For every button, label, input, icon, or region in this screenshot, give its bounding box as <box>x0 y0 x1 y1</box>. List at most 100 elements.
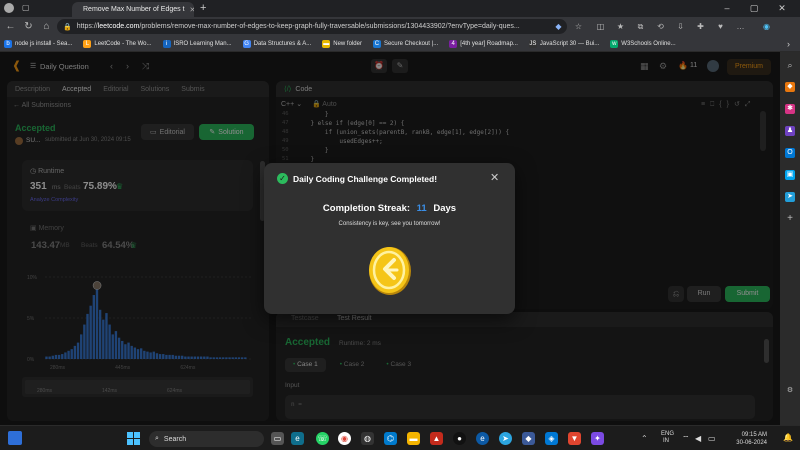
menu-dots-icon[interactable]: … <box>734 20 747 33</box>
shopping-icon[interactable]: ◆ <box>785 82 795 92</box>
add-sidebar-icon[interactable]: + <box>785 214 795 224</box>
bookmark-label: node js install - Sea... <box>15 40 73 47</box>
browser-essentials-icon[interactable]: ♥ <box>714 20 727 33</box>
new-tab-button[interactable]: + <box>200 2 206 14</box>
refresh-icon[interactable]: ↻ <box>22 20 35 33</box>
wifi-icon[interactable]: ⌔ <box>682 434 690 444</box>
modal-close-icon[interactable]: ✕ <box>490 171 499 184</box>
bookmark-favicon-icon: L <box>83 39 92 48</box>
bookmark-item[interactable]: L LeetCode - The Wo... <box>83 39 152 48</box>
whatsapp-icon[interactable]: ☏ <box>316 432 329 445</box>
chrome-icon[interactable]: ◉ <box>338 432 351 445</box>
sidebar-settings-icon[interactable]: ⚙ <box>785 386 795 396</box>
close-window-icon[interactable]: ✕ <box>772 2 792 14</box>
bookmark-label: W3Schools Online... <box>621 40 676 47</box>
volume-icon[interactable]: ◀ <box>695 434 701 443</box>
task-view-icon[interactable]: ▭ <box>271 432 284 445</box>
extensions-puzzle-icon[interactable]: ✚ <box>694 20 707 33</box>
bookmark-item[interactable]: JS JavaScript 30 — Bui... <box>528 39 600 48</box>
outlook-icon[interactable]: O <box>785 148 795 158</box>
taskbar: ⌕ Search ▭ e ☏ ◉ ◍ ⌬ ▬ ▲ ● e ➤ ◆ ◈ ▼ ✦ ⌃ … <box>0 425 800 450</box>
browser-tab-strip: ▢ Remove Max Number of Edges t ✕ + – ▢ ✕ <box>0 0 800 17</box>
telegram-icon[interactable]: ➤ <box>785 192 795 202</box>
m365-icon[interactable]: ▣ <box>785 170 795 180</box>
maximize-icon[interactable]: ▢ <box>744 2 764 14</box>
clock[interactable]: 09:15 AM 30-06-2024 <box>727 431 767 447</box>
bookmark-favicon-icon: C <box>372 39 381 48</box>
bookmark-favicon-icon: JS <box>528 39 537 48</box>
app-icon[interactable]: ◍ <box>361 432 374 445</box>
language-indicator[interactable]: ENG IN <box>661 431 674 445</box>
bookmark-item[interactable]: w W3Schools Online... <box>610 39 676 48</box>
app2-icon[interactable]: ◆ <box>522 432 535 445</box>
history-icon[interactable]: ⟲ <box>654 20 667 33</box>
streak-line: Completion Streak: 11 Days <box>264 203 515 214</box>
bookmark-label: Data Structures & A... <box>253 40 312 47</box>
lock-icon: 🔒 <box>63 23 72 31</box>
tab-close-icon[interactable]: ✕ <box>190 6 194 14</box>
coin-badge-icon <box>369 247 411 295</box>
edge-dev-icon[interactable]: e <box>476 432 489 445</box>
bookmark-favicon-icon: ▬ <box>322 39 331 48</box>
split-screen-icon[interactable]: ◫ <box>594 20 607 33</box>
start-windows-icon[interactable] <box>127 432 140 445</box>
tab-title: Remove Max Number of Edges t <box>83 6 185 13</box>
edge-taskbar-icon[interactable]: e <box>291 432 304 445</box>
telegram-taskbar-icon[interactable]: ➤ <box>499 432 512 445</box>
widgets-icon[interactable] <box>8 431 22 445</box>
check-circle-icon: ✓ <box>277 173 288 184</box>
file-explorer-icon[interactable]: ▬ <box>407 432 420 445</box>
downloads-icon[interactable]: ⇩ <box>674 20 687 33</box>
modal-message: Consistency is key, see you tomorrow! <box>338 221 441 227</box>
battery-icon[interactable]: ▭ <box>708 434 716 443</box>
tray-chevron-icon[interactable]: ⌃ <box>641 434 648 443</box>
url-text: https://leetcode.com/problems/remove-max… <box>76 23 520 30</box>
streak-label: Completion Streak: <box>322 203 411 214</box>
favorites-icon[interactable]: ★ <box>614 20 627 33</box>
bookmark-item[interactable]: ▬ New folder <box>322 39 362 48</box>
home-icon[interactable]: ⌂ <box>40 20 53 33</box>
tools-icon[interactable]: ✱ <box>785 104 795 114</box>
vscode-icon[interactable]: ⌬ <box>384 432 397 445</box>
app3-icon[interactable]: ◈ <box>545 432 558 445</box>
workspaces-icon[interactable]: ▢ <box>22 3 32 13</box>
streak-value: 11 <box>416 203 427 214</box>
edge-sidebar: ⌕ ◆ ✱ ♟ O ▣ ➤ + ⚙ <box>780 52 800 425</box>
bookmark-item[interactable]: C Secure Checkout |... <box>372 39 439 48</box>
bookmark-favicon-icon: 4 <box>449 39 458 48</box>
streak-unit: Days <box>433 203 457 214</box>
back-icon[interactable]: ← <box>4 20 17 33</box>
bookmark-label: LeetCode - The Wo... <box>94 40 152 47</box>
profile-icon[interactable] <box>4 3 14 13</box>
copilot-icon[interactable]: ◉ <box>760 20 773 33</box>
address-bar[interactable]: 🔒 https://leetcode.com/problems/remove-m… <box>57 19 567 34</box>
bookmark-label: JavaScript 30 — Bui... <box>539 40 600 47</box>
bookmarks-more-icon[interactable]: › <box>787 39 790 49</box>
collections-icon[interactable]: ⧉ <box>634 20 647 33</box>
bookmark-favicon-icon: b <box>4 39 12 48</box>
bookmark-favicon-icon: w <box>610 39 619 48</box>
challenge-complete-modal: ✓ Daily Coding Challenge Completed! ✕ Co… <box>264 163 515 314</box>
modal-title: Daily Coding Challenge Completed! <box>293 174 438 184</box>
search-sidebar-icon[interactable]: ⌕ <box>785 60 795 70</box>
bookmark-label: Secure Checkout |... <box>383 40 439 47</box>
bookmark-item[interactable]: i ISRO Learning Man... <box>162 39 232 48</box>
bookmark-item[interactable]: 4 [4th year] Roadmap... <box>449 39 518 48</box>
extension-icon[interactable]: ◆ <box>552 20 565 33</box>
office-icon[interactable]: ▲ <box>430 432 443 445</box>
minimize-icon[interactable]: – <box>717 2 737 14</box>
favorite-star-icon[interactable]: ☆ <box>572 20 585 33</box>
bookmark-label: New folder <box>333 40 362 47</box>
brave-icon[interactable]: ▼ <box>568 432 581 445</box>
browser-tab-active[interactable]: Remove Max Number of Edges t ✕ <box>72 2 194 17</box>
bookmark-item[interactable]: G Data Structures & A... <box>242 39 312 48</box>
notifications-icon[interactable]: 🔔 <box>783 433 793 442</box>
bookmark-item[interactable]: b node js install - Sea... <box>4 39 73 48</box>
github-icon[interactable]: ● <box>453 432 466 445</box>
browser-toolbar: ← ↻ ⌂ 🔒 https://leetcode.com/problems/re… <box>0 17 800 36</box>
taskbar-search[interactable]: ⌕ Search <box>149 431 264 447</box>
bookmark-favicon-icon: i <box>162 39 171 48</box>
games-icon[interactable]: ♟ <box>785 126 795 136</box>
bookmark-label: [4th year] Roadmap... <box>460 40 518 47</box>
app4-icon[interactable]: ✦ <box>591 432 604 445</box>
